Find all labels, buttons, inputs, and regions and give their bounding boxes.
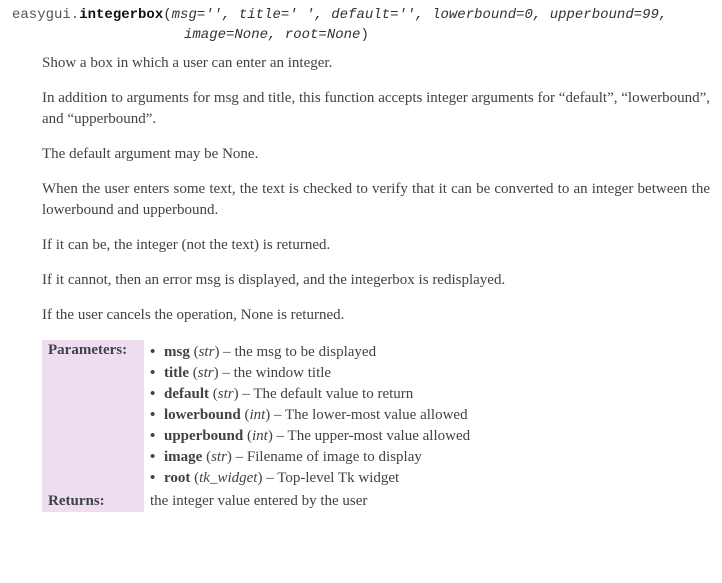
desc-p6: If it cannot, then an error msg is displ… — [42, 270, 710, 291]
param-item: default (str) – The default value to ret… — [150, 384, 704, 405]
param-type: int — [249, 407, 265, 423]
param-desc: Top-level Tk widget — [277, 470, 399, 486]
desc-p3: The default argument may be None. — [42, 144, 710, 165]
desc-p4: When the user enters some text, the text… — [42, 179, 710, 221]
parameters-row: Parameters: msg (str) – the msg to be di… — [42, 340, 710, 491]
param-type: str — [199, 344, 215, 360]
param-item: msg (str) – the msg to be displayed — [150, 342, 704, 363]
param-desc: Filename of image to display — [247, 449, 422, 465]
param-name: upperbound — [164, 428, 243, 444]
sig-module: easygui. — [12, 7, 79, 23]
desc-p5: If it can be, the integer (not the text)… — [42, 235, 710, 256]
param-item: title (str) – the window title — [150, 363, 704, 384]
param-type: int — [252, 428, 268, 444]
desc-p7: If the user cancels the operation, None … — [42, 305, 710, 326]
field-list-table: Parameters: msg (str) – the msg to be di… — [42, 340, 710, 512]
desc-p2: In addition to arguments for msg and tit… — [42, 88, 710, 130]
parameters-body: msg (str) – the msg to be displayedtitle… — [144, 340, 710, 491]
returns-body: the integer value entered by the user — [144, 491, 710, 512]
param-desc: The lower-most value allowed — [285, 407, 468, 423]
function-signature: easygui.integerbox(msg='', title=' ', de… — [12, 6, 710, 45]
param-desc: The upper-most value allowed — [288, 428, 471, 444]
param-desc: the msg to be displayed — [234, 344, 376, 360]
returns-row: Returns: the integer value entered by th… — [42, 491, 710, 512]
param-item: image (str) – Filename of image to displ… — [150, 447, 704, 468]
param-name: default — [164, 386, 209, 402]
desc-p1: Show a box in which a user can enter an … — [42, 53, 710, 74]
param-desc: The default value to return — [253, 386, 413, 402]
param-item: lowerbound (int) – The lower-most value … — [150, 405, 704, 426]
returns-label: Returns: — [42, 491, 144, 512]
param-name: title — [164, 365, 189, 381]
sig-params-line2: image=None, root=None — [184, 27, 360, 43]
param-name: lowerbound — [164, 407, 241, 423]
param-type: str — [198, 365, 214, 381]
param-desc: the window title — [234, 365, 332, 381]
param-item: root (tk_widget) – Top-level Tk widget — [150, 468, 704, 489]
param-type: str — [218, 386, 234, 402]
parameters-label: Parameters: — [42, 340, 144, 491]
description-block: Show a box in which a user can enter an … — [42, 53, 710, 326]
param-name: msg — [164, 344, 190, 360]
param-name: image — [164, 449, 202, 465]
sig-open-paren: ( — [163, 7, 171, 23]
param-type: tk_widget — [199, 470, 257, 486]
param-item: upperbound (int) – The upper-most value … — [150, 426, 704, 447]
sig-params-line1: msg='', title=' ', default='', lowerboun… — [172, 7, 668, 23]
param-type: str — [211, 449, 227, 465]
sig-funcname: integerbox — [79, 7, 163, 23]
param-name: root — [164, 470, 190, 486]
sig-close-paren: ) — [360, 27, 368, 43]
